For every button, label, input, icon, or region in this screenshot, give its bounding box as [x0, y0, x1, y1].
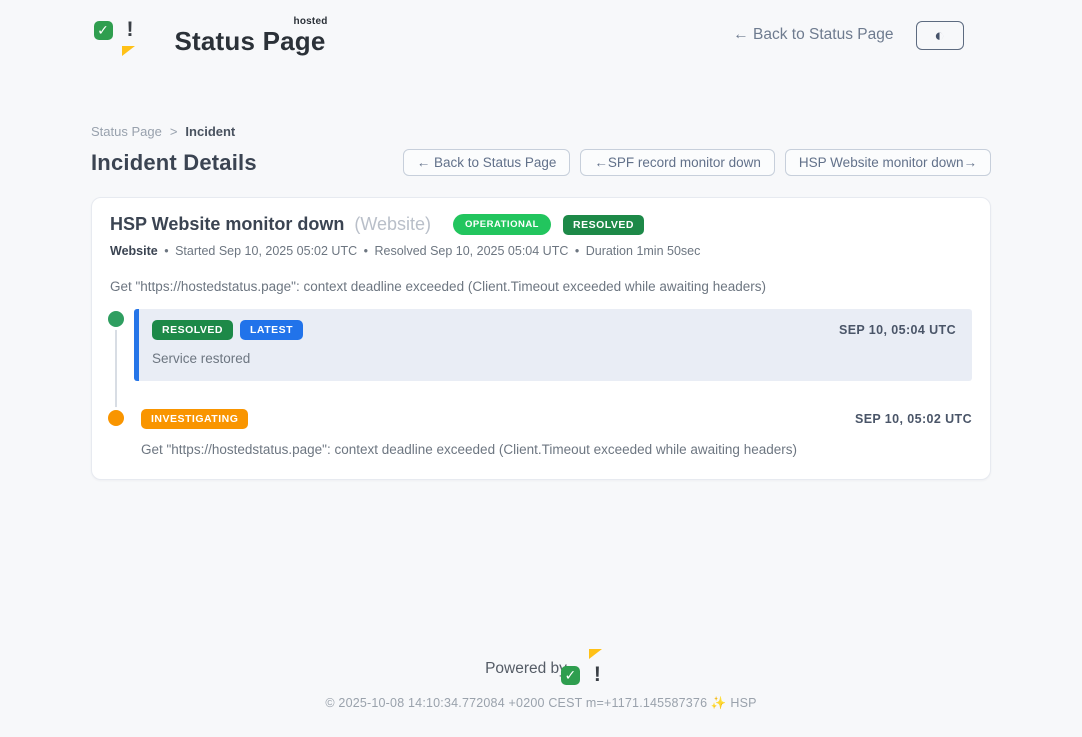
incident-description: Get "https://hostedstatus.page": context…: [108, 279, 972, 294]
timeline-investigating-badge: INVESTIGATING: [141, 409, 248, 429]
brand-logo[interactable]: ! ✓ Status Page hosted: [119, 14, 332, 56]
next-incident-button[interactable]: HSP Website monitor down→: [785, 149, 991, 176]
half-circle-contrast-icon: ◐: [934, 27, 944, 44]
powered-by-link[interactable]: Powered by ! ✓: [0, 659, 1082, 679]
incident-meta: Website • Started Sep 10, 2025 05:02 UTC…: [108, 244, 972, 258]
previous-incident-button[interactable]: ←SPF record monitor down: [580, 149, 775, 176]
speech-bubble-tail: [122, 46, 135, 56]
header-back-to-status-page-link[interactable]: ← Back to Status Page: [733, 26, 893, 44]
meta-separator: •: [364, 244, 368, 258]
incident-title: HSP Website monitor down: [110, 214, 344, 235]
timeline-timestamp: SEP 10, 05:04 UTC: [839, 323, 956, 337]
timeline-plain-content: INVESTIGATING SEP 10, 05:02 UTC Get "htt…: [141, 409, 972, 457]
timeline-entry-investigating: INVESTIGATING SEP 10, 05:02 UTC Get "htt…: [108, 409, 972, 457]
timeline-highlight-panel: RESOLVED LATEST SEP 10, 05:04 UTC Servic…: [134, 309, 972, 381]
breadcrumb-separator: >: [170, 124, 178, 139]
status-page-mini-logo-icon: ! ✓: [575, 659, 597, 679]
status-page-logo-icon: ! ✓: [119, 14, 165, 56]
breadcrumb-incident: Incident: [185, 124, 235, 139]
meta-separator: •: [164, 244, 168, 258]
breadcrumb: Status Page > Incident: [91, 124, 991, 139]
timeline-timestamp: SEP 10, 05:02 UTC: [855, 412, 972, 426]
timeline-latest-badge: LATEST: [240, 320, 303, 340]
footer: Powered by ! ✓ © 2025-10-08 14:10:34.772…: [0, 659, 1082, 737]
back-to-status-page-button[interactable]: ← Back to Status Page: [403, 149, 571, 176]
timeline-dot-investigating-icon: [108, 410, 124, 426]
copyright-text: © 2025-10-08 14:10:34.772084 +0200 CEST …: [0, 696, 1082, 711]
brand-name: Status Page hosted: [175, 27, 332, 56]
timeline-message: Get "https://hostedstatus.page": context…: [141, 442, 972, 457]
timeline-message: Service restored: [152, 351, 956, 366]
header: ! ✓ Status Page hosted ← Back to Status …: [0, 0, 1082, 56]
incident-card: HSP Website monitor down (Website) OPERA…: [91, 197, 991, 480]
meta-separator: •: [575, 244, 579, 258]
powered-by-label: Powered by: [485, 660, 567, 678]
timeline-entry-resolved: RESOLVED LATEST SEP 10, 05:04 UTC Servic…: [108, 309, 972, 381]
incident-timeline: RESOLVED LATEST SEP 10, 05:04 UTC Servic…: [108, 309, 972, 457]
timeline-resolved-badge: RESOLVED: [152, 320, 233, 340]
meta-component-name: Website: [110, 244, 158, 258]
brand-superscript: hosted: [294, 16, 328, 27]
timeline-dot-resolved-icon: [108, 311, 124, 327]
page-title: Incident Details: [91, 150, 257, 176]
meta-duration: Duration 1min 50sec: [586, 244, 701, 258]
breadcrumb-status-page[interactable]: Status Page: [91, 124, 162, 139]
resolved-state-badge: RESOLVED: [563, 215, 644, 235]
operational-status-badge: OPERATIONAL: [453, 214, 551, 235]
meta-resolved: Resolved Sep 10, 2025 05:04 UTC: [374, 244, 568, 258]
incident-nav-buttons: ← Back to Status Page ←SPF record monito…: [403, 149, 991, 176]
theme-toggle-button[interactable]: ◐: [916, 21, 964, 50]
meta-started: Started Sep 10, 2025 05:02 UTC: [175, 244, 357, 258]
main-content: Status Page > Incident Incident Details …: [91, 56, 991, 480]
incident-component: (Website): [354, 214, 431, 235]
